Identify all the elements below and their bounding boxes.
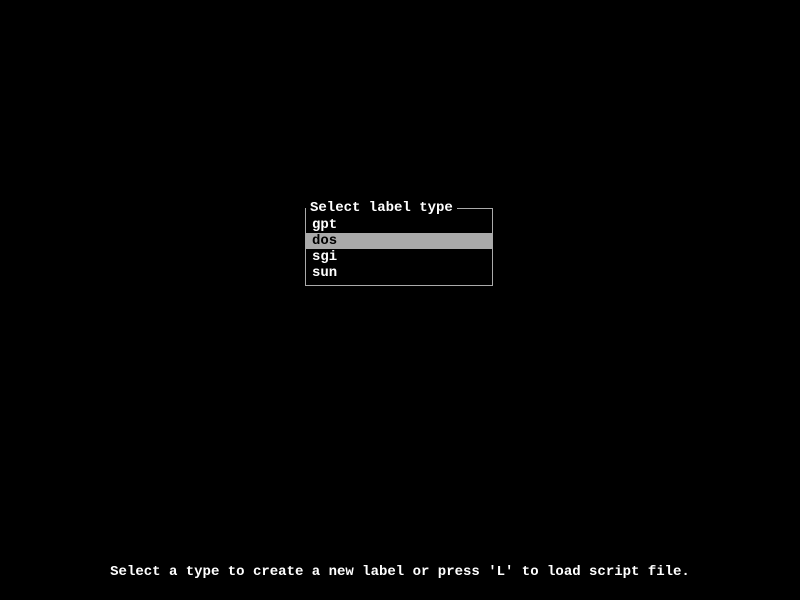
dialog-title-row: Select label type [306,201,492,215]
menu-item-sgi[interactable]: sgi [306,249,492,265]
menu-item-gpt[interactable]: gpt [306,217,492,233]
menu-item-dos[interactable]: dos [306,233,492,249]
label-type-dialog: Select label type gpt dos sgi sun [305,208,493,286]
menu-items: gpt dos sgi sun [306,217,492,281]
dialog-title: Select label type [306,200,457,216]
menu-item-sun[interactable]: sun [306,265,492,281]
status-bar: Select a type to create a new label or p… [0,564,800,580]
